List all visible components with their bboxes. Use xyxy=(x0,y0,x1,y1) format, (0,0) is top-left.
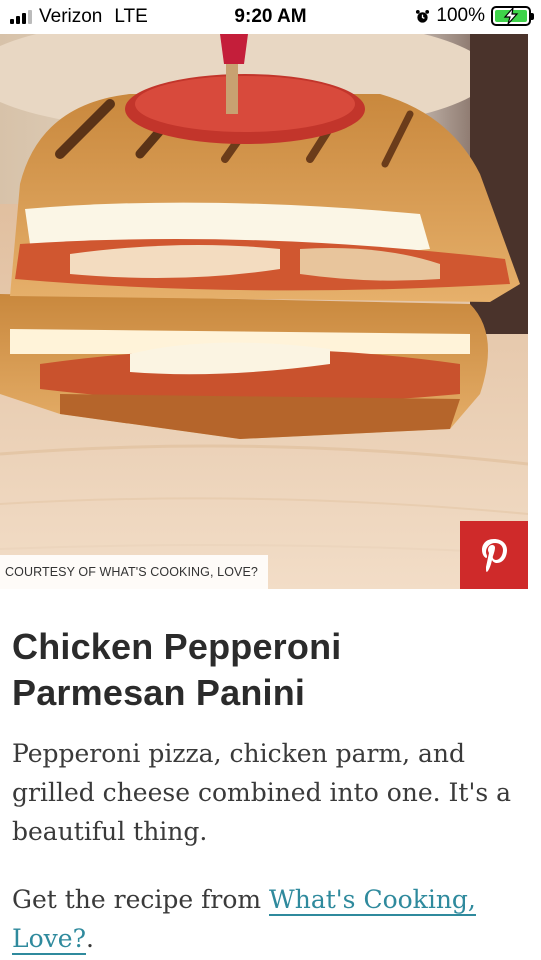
recipe-source: Get the recipe from What's Cooking, Love… xyxy=(12,880,527,958)
status-right: 100% xyxy=(415,5,534,27)
charging-bolt-icon xyxy=(503,7,519,25)
panini-photo xyxy=(0,34,528,589)
photo-credit: COURTESY OF WHAT'S COOKING, LOVE? xyxy=(0,555,268,589)
pinterest-icon xyxy=(482,539,507,572)
status-bar: Verizon LTE 9:20 AM 100% xyxy=(0,0,541,34)
hero-image[interactable]: COURTESY OF WHAT'S COOKING, LOVE? xyxy=(0,34,528,589)
pinterest-save-button[interactable] xyxy=(460,521,528,589)
alarm-clock-icon xyxy=(416,9,430,23)
article-title: Chicken Pepperoni Parmesan Panini xyxy=(12,626,342,713)
battery-icon xyxy=(491,6,534,26)
recipe-prefix: Get the recipe from xyxy=(12,885,270,914)
battery-percent: 100% xyxy=(436,5,485,26)
recipe-suffix: . xyxy=(85,924,94,953)
article-description: Pepperoni pizza, chicken parm, and grill… xyxy=(12,739,512,846)
